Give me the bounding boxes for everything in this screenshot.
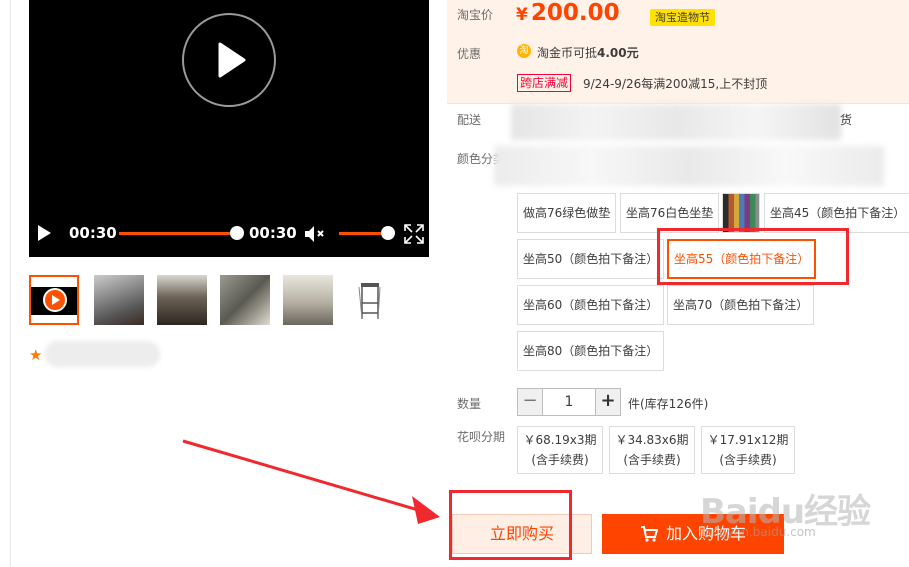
play-small-icon[interactable] — [35, 224, 53, 242]
color-option[interactable]: 做高76绿色做垫 — [517, 193, 617, 233]
color-option[interactable]: 坐高76白色坐垫 — [620, 193, 720, 233]
bar-stool-icon — [358, 283, 381, 320]
star-icon: ★ — [29, 346, 43, 364]
thumb-play-icon — [43, 288, 67, 312]
quantity-label: 数量 — [457, 397, 482, 411]
thumbnail-photo[interactable] — [94, 275, 144, 325]
quantity-input[interactable]: 1 — [543, 388, 595, 416]
store-promo-text: 9/24-9/26每满200减15,上不封顶 — [583, 77, 768, 91]
thumbnail-photo[interactable] — [283, 275, 333, 325]
big-play-button[interactable] — [182, 13, 276, 107]
color-option[interactable]: 坐高45（颜色拍下备注） — [764, 193, 909, 233]
duration-time: 00:30 — [249, 224, 297, 242]
cart-icon — [641, 526, 658, 542]
color-option[interactable]: 坐高80（颜色拍下备注） — [517, 331, 665, 371]
color-option[interactable]: 坐高60（颜色拍下备注） — [517, 285, 665, 325]
thumbnail-photo[interactable] — [157, 275, 207, 325]
volume-handle[interactable] — [381, 226, 395, 240]
progress-fill — [119, 232, 237, 235]
blurred-shipping-info — [511, 104, 841, 140]
color-option[interactable]: 坐高70（颜色拍下备注） — [667, 285, 815, 325]
coin-discount-text: 淘金币可抵4.00元 — [537, 46, 639, 60]
thumbnail-stool[interactable] — [346, 275, 396, 325]
progress-handle[interactable] — [230, 226, 244, 240]
festival-badge: 淘宝造物节 — [650, 9, 715, 26]
promo-label: 优惠 — [457, 47, 482, 61]
volume-bar[interactable] — [339, 232, 387, 235]
current-time: 00:30 — [69, 224, 117, 242]
color-option[interactable]: 坐高50（颜色拍下备注） — [517, 239, 665, 279]
price-value: ¥200.00 — [516, 0, 620, 26]
annotation-box-buy-now — [449, 490, 572, 560]
video-player[interactable]: 00:30 00:30 — [29, 0, 429, 257]
progress-bar[interactable] — [119, 226, 244, 240]
blurred-color-options — [494, 146, 884, 186]
taobao-coin-icon: 淘 — [517, 44, 531, 58]
quantity-increase-button[interactable]: + — [595, 388, 621, 416]
installment-option[interactable]: ￥34.83x6期 (含手续费) — [609, 426, 695, 474]
stock-text: 件(库存126件) — [628, 397, 709, 411]
baidu-watermark-url: jingyan.baidu.com — [705, 525, 816, 539]
store-promo-tag: 跨店满减 — [517, 74, 572, 92]
installment-option[interactable]: ￥68.19x3期 (含手续费) — [517, 426, 603, 474]
thumbnail-photo[interactable] — [220, 275, 270, 325]
play-icon — [218, 42, 246, 78]
color-swatch-image[interactable] — [722, 193, 760, 233]
mute-icon[interactable] — [304, 224, 328, 244]
left-divider — [10, 0, 11, 567]
installment-option[interactable]: ￥17.91x12期 (含手续费) — [701, 426, 795, 474]
thumbnail-video[interactable] — [29, 275, 79, 325]
installment-label: 花呗分期 — [457, 430, 506, 444]
shipping-tail-text: 货 — [840, 113, 853, 127]
shipping-label: 配送 — [457, 113, 482, 127]
price-label: 淘宝价 — [457, 8, 494, 22]
video-controls: 00:30 00:30 — [29, 218, 429, 248]
blurred-shop-name — [45, 341, 160, 367]
quantity-decrease-button[interactable]: − — [517, 388, 543, 416]
fullscreen-icon[interactable] — [403, 223, 425, 245]
annotation-box-selected-option — [657, 228, 849, 285]
